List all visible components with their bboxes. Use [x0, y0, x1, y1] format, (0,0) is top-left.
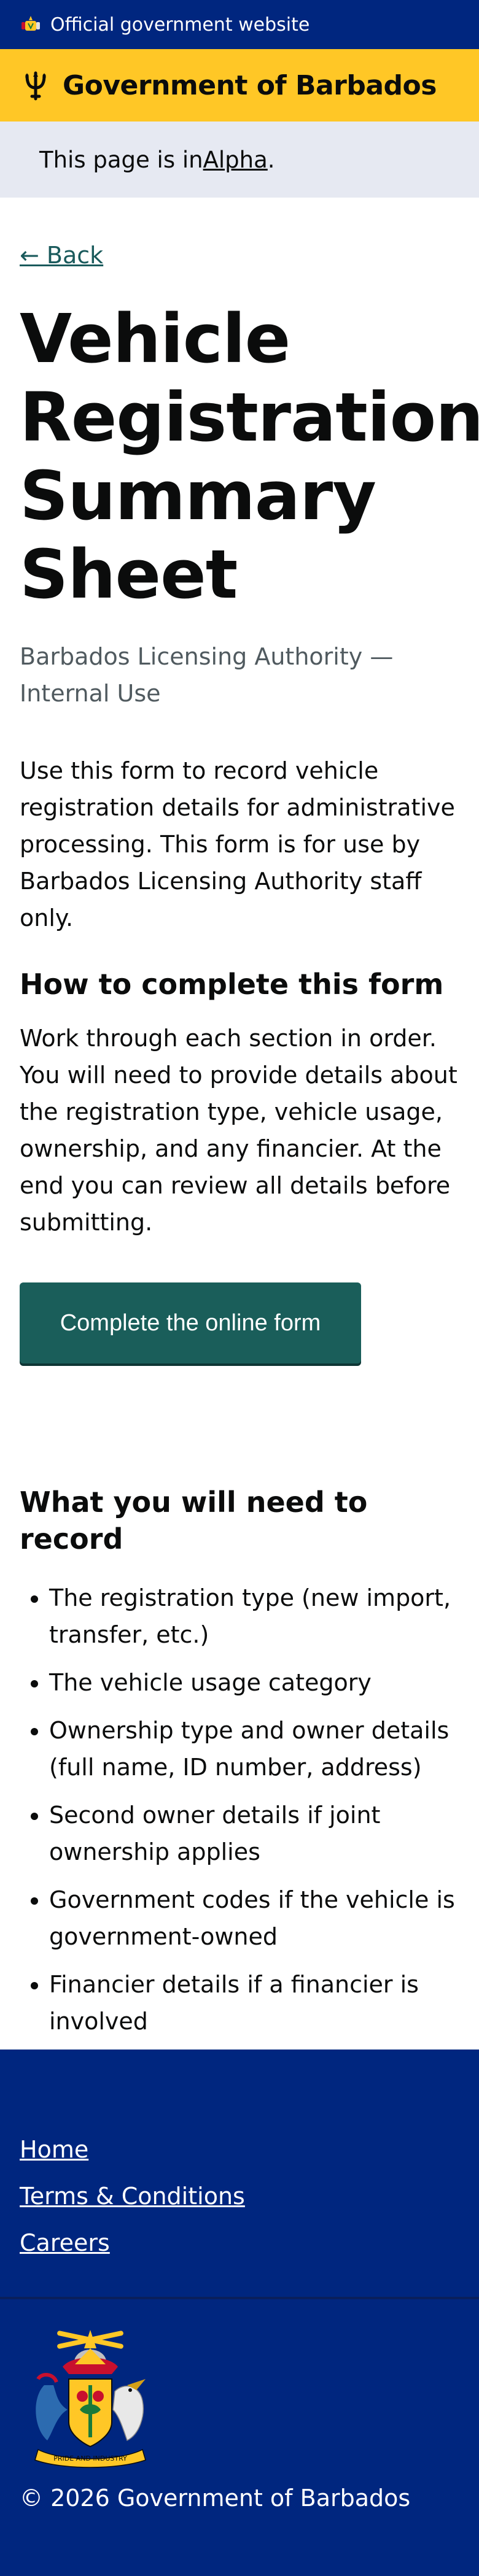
- footer-link-terms[interactable]: Terms & Conditions: [20, 2173, 459, 2219]
- coat-of-arms-icon: [21, 16, 40, 31]
- footer-link-careers[interactable]: Careers: [20, 2219, 459, 2266]
- footer-link-home[interactable]: Home: [20, 2126, 459, 2173]
- site-footer: Home Terms & Conditions Careers PRIDE AN…: [0, 2050, 479, 2576]
- site-header: Government of Barbados: [0, 49, 479, 121]
- footer-bottom: PRIDE AND INDUSTRY © 2026 Government of …: [0, 2299, 479, 2512]
- list-item: Ownership type and owner details (full n…: [49, 1712, 459, 1786]
- how-to-text: Work through each section in order. You …: [20, 1025, 458, 1236]
- coat-of-arms-icon: PRIDE AND INDUSTRY: [34, 2330, 146, 2468]
- list-item: Second owner details if joint ownership …: [49, 1797, 459, 1870]
- list-item: Financier details if a financier is invo…: [49, 1966, 459, 2040]
- list-item: Government codes if the vehicle is gover…: [49, 1881, 459, 1955]
- need-heading: What you will need to record: [20, 1486, 368, 1556]
- list-item: The vehicle usage category: [49, 1664, 459, 1701]
- phase-banner-prefix: This page is in: [39, 146, 203, 173]
- official-banner: Official government website: [0, 0, 479, 49]
- phase-banner-suffix: .: [267, 146, 275, 173]
- page-title: Vehicle Registration Summary Sheet: [20, 299, 479, 614]
- complete-online-form-button[interactable]: Complete the online form: [20, 1282, 361, 1363]
- main-content: ← Back Vehicle Registration Summary Shee…: [0, 198, 479, 2040]
- intro-text: Use this form to record vehicle registra…: [20, 757, 455, 931]
- copyright-text: © 2026 Government of Barbados: [20, 2485, 411, 2512]
- back-link[interactable]: ← Back: [20, 242, 103, 269]
- official-banner-text: Official government website: [50, 13, 310, 36]
- page-caption: Barbados Licensing Authority — Internal …: [20, 643, 394, 707]
- need-list: The registration type (new import, trans…: [20, 1579, 459, 2040]
- site-title[interactable]: Government of Barbados: [63, 70, 437, 101]
- phase-banner: This page is in Alpha.: [0, 121, 479, 198]
- footer-nav: Home Terms & Conditions Careers: [0, 2050, 479, 2299]
- phase-banner-alpha-link[interactable]: Alpha: [203, 147, 268, 173]
- how-to-heading: How to complete this form: [20, 968, 444, 1001]
- list-item: The registration type (new import, trans…: [49, 1579, 459, 1653]
- svg-text:PRIDE AND INDUSTRY: PRIDE AND INDUSTRY: [53, 2455, 127, 2462]
- trident-icon: [25, 71, 46, 101]
